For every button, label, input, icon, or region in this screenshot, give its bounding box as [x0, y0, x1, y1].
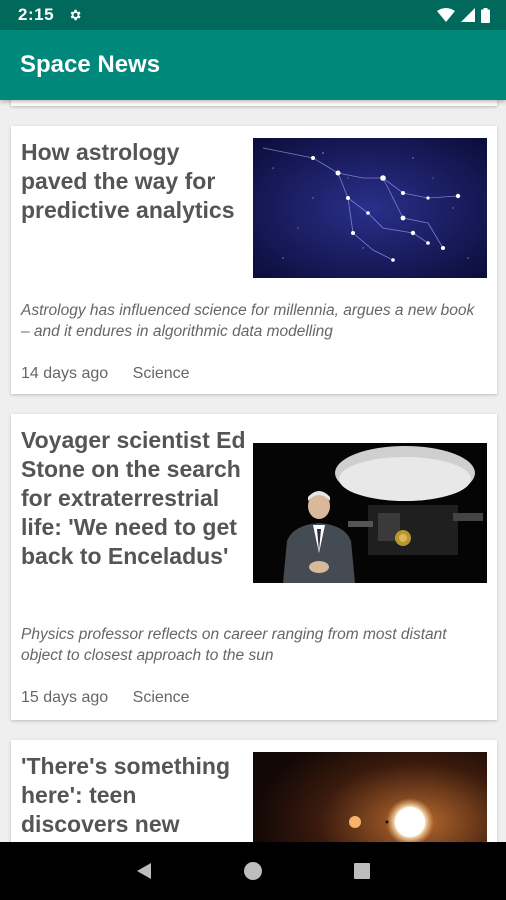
- news-feed[interactable]: How astrology paved the way for predicti…: [0, 100, 506, 842]
- recents-icon[interactable]: [352, 861, 372, 881]
- back-icon[interactable]: [134, 861, 154, 881]
- wifi-icon: [437, 8, 455, 22]
- article-title: 'There's something here': teen discovers…: [21, 753, 231, 837]
- article-meta: 15 days ago Science: [21, 689, 190, 707]
- article-summary: Astrology has influenced science for mil…: [21, 302, 475, 340]
- article-title: How astrology paved the way for predicti…: [21, 139, 235, 223]
- cell-signal-icon: [461, 8, 475, 22]
- app-bar: Space News: [0, 30, 506, 100]
- previous-article-card[interactable]: [11, 100, 497, 106]
- article-meta: 14 days ago Science: [21, 365, 190, 383]
- article-category: Science: [132, 365, 190, 382]
- settings-gear-icon: [70, 9, 81, 21]
- constellation-image: [253, 138, 487, 278]
- article-card[interactable]: 'There's something here': teen discovers…: [11, 740, 497, 842]
- exoplanet-star-image: [253, 752, 487, 842]
- article-summary: Physics professor reflects on career ran…: [21, 626, 447, 664]
- article-card[interactable]: Voyager scientist Ed Stone on the search…: [11, 414, 497, 720]
- navigation-bar: [0, 842, 506, 900]
- article-age: 14 days ago: [21, 365, 109, 382]
- article-age: 15 days ago: [21, 689, 109, 706]
- app-title: Space News: [20, 51, 161, 78]
- voyager-scientist-image: [253, 443, 487, 583]
- article-card[interactable]: How astrology paved the way for predicti…: [11, 126, 497, 394]
- status-bar: 2:15: [0, 0, 506, 30]
- battery-icon: [481, 7, 490, 23]
- home-icon[interactable]: [243, 861, 263, 881]
- article-category: Science: [132, 689, 190, 706]
- article-title: Voyager scientist Ed Stone on the search…: [21, 427, 246, 569]
- status-time: 2:15: [18, 5, 55, 24]
